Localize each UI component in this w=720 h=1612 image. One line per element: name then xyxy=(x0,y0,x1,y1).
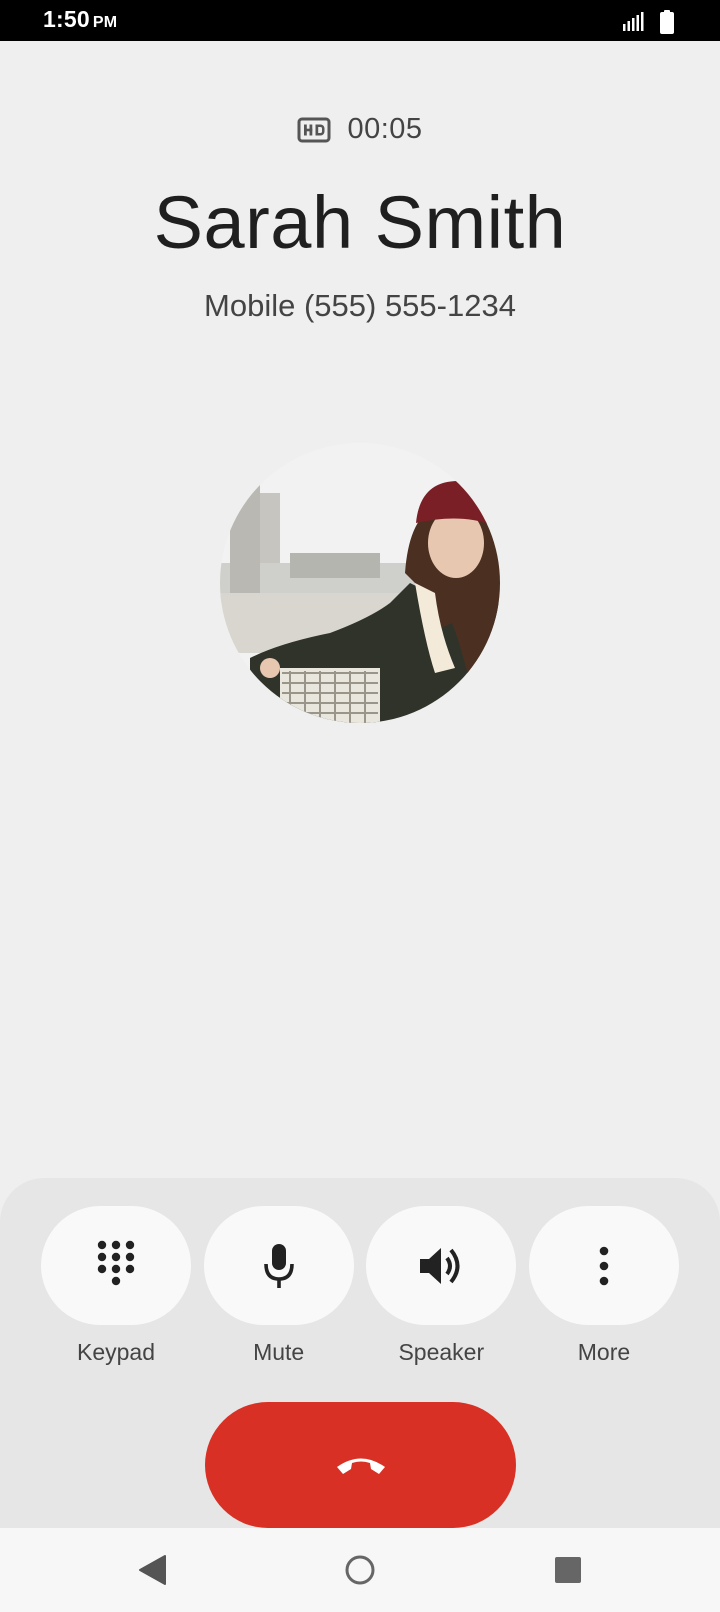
status-icons xyxy=(622,10,674,34)
recents-icon xyxy=(555,1557,581,1583)
keypad-button[interactable] xyxy=(41,1206,191,1325)
clock-ampm: PM xyxy=(92,14,118,31)
keypad-action: Keypad xyxy=(41,1206,191,1366)
mute-action: Mute xyxy=(203,1206,354,1366)
speaker-label: Speaker xyxy=(398,1339,485,1365)
status-bar: 1:50 PM xyxy=(0,0,720,41)
contact-avatar xyxy=(220,443,500,723)
speaker-icon xyxy=(420,1247,460,1284)
more-button[interactable] xyxy=(528,1206,679,1325)
hd-icon xyxy=(297,117,331,142)
clock-time: 1:50 xyxy=(43,6,90,32)
call-meta: 00:05 xyxy=(0,113,720,146)
status-time: 1:50 PM xyxy=(43,6,117,33)
microphone-icon xyxy=(263,1243,294,1288)
dialpad-icon xyxy=(97,1240,135,1285)
battery-icon xyxy=(660,10,674,34)
back-button[interactable] xyxy=(128,1546,176,1594)
call-timer: 00:05 xyxy=(347,113,423,145)
contact-name: Sarah Smith xyxy=(153,181,567,264)
back-icon xyxy=(139,1555,166,1585)
mute-button[interactable] xyxy=(203,1206,354,1325)
contact-number: Mobile (555) 555-1234 xyxy=(204,288,516,323)
more-action: More xyxy=(528,1206,679,1366)
more-label: More xyxy=(577,1339,631,1365)
mute-label: Mute xyxy=(253,1339,305,1365)
speaker-button[interactable] xyxy=(366,1206,517,1325)
end-call-icon xyxy=(336,1458,385,1474)
navigation-bar xyxy=(0,1528,720,1612)
avatar-photo xyxy=(220,443,500,723)
keypad-label: Keypad xyxy=(76,1339,155,1365)
end-call-button[interactable] xyxy=(205,1402,516,1528)
call-actions: Keypad Mute Speaker More xyxy=(41,1206,679,1366)
home-icon xyxy=(345,1555,375,1585)
recents-button[interactable] xyxy=(544,1546,592,1594)
speaker-action: Speaker xyxy=(366,1206,517,1366)
signal-icon xyxy=(623,12,644,31)
home-button[interactable] xyxy=(336,1546,384,1594)
more-vert-icon xyxy=(599,1246,609,1285)
